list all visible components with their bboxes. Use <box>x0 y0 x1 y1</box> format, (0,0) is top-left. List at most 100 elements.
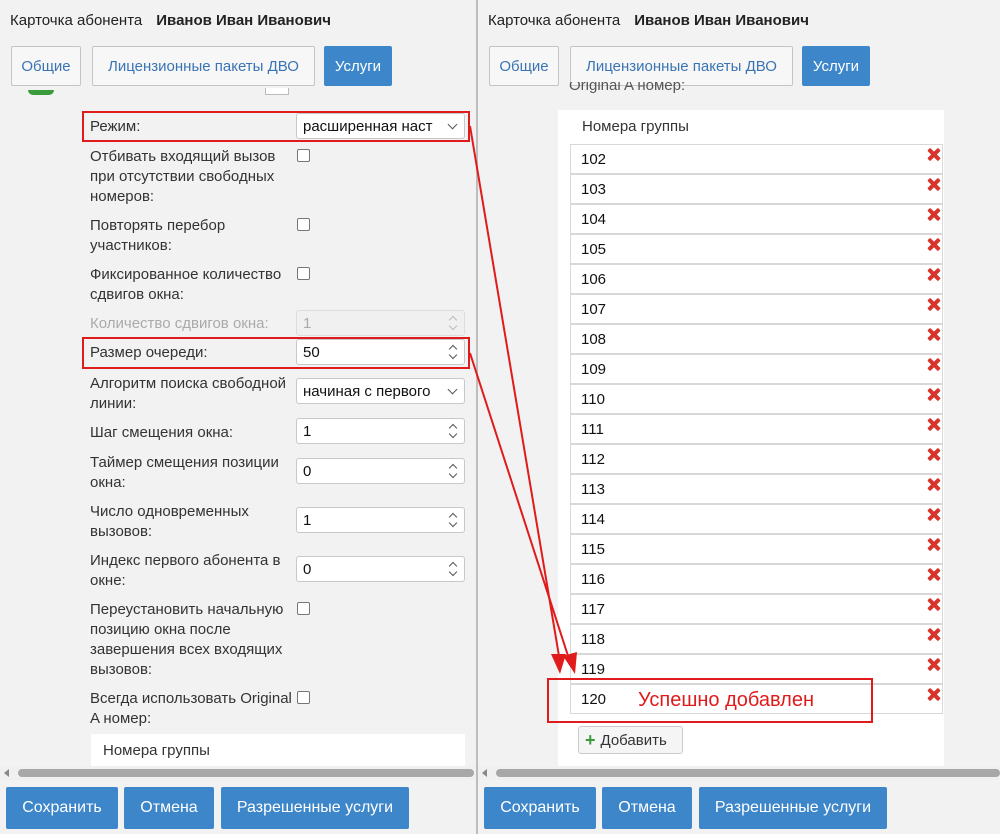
reset-position-label: Переустановить начальную позицию окна по… <box>90 601 284 678</box>
tab-general[interactable]: Общие <box>11 46 81 86</box>
scrollbar-thumb[interactable] <box>496 769 1000 777</box>
delete-icon[interactable] <box>927 237 941 251</box>
subscriber-name: Иванов Иван Иванович <box>634 11 809 29</box>
algorithm-select[interactable]: начиная с первого <box>296 378 465 404</box>
spinner-icon <box>448 315 458 331</box>
fixed-shifts-label: Фиксированное количество сдвигов окна: <box>90 266 282 303</box>
fixed-shifts-checkbox[interactable] <box>297 267 310 280</box>
highlight-queue-size <box>82 337 470 369</box>
group-number-value: 113 <box>581 481 605 498</box>
reset-position-checkbox[interactable] <box>297 602 310 615</box>
subscriber-name: Иванов Иван Иванович <box>156 11 331 29</box>
delete-icon[interactable] <box>927 297 941 311</box>
spinner-icon[interactable] <box>448 561 458 577</box>
allowed-services-button[interactable]: Разрешенные услуги <box>221 787 409 829</box>
horizontal-scrollbar[interactable] <box>478 766 1000 780</box>
first-index-label: Индекс первого абонента в окне: <box>90 552 281 589</box>
tab-license-packages[interactable]: Лицензионные пакеты ДВО <box>92 46 315 86</box>
delete-icon[interactable] <box>927 207 941 221</box>
footer-actions: Сохранить Отмена Разрешенные услуги <box>478 780 1000 834</box>
delete-icon[interactable] <box>927 627 941 641</box>
tab-services[interactable]: Услуги <box>802 46 870 86</box>
group-number-row: 102 <box>570 144 943 174</box>
group-number-row: 116 <box>570 564 943 594</box>
tab-services[interactable]: Услуги <box>324 46 392 86</box>
group-number-row: 113 <box>570 474 943 504</box>
group-number-row: 108 <box>570 324 943 354</box>
delete-icon[interactable] <box>927 687 941 701</box>
group-number-value: 108 <box>581 331 607 348</box>
delete-icon[interactable] <box>927 387 941 401</box>
window-step-input[interactable]: 1 <box>296 418 465 444</box>
partial-input[interactable] <box>265 88 289 95</box>
group-number-value: 111 <box>581 421 604 438</box>
group-number-row: 106 <box>570 264 943 294</box>
card-title: Карточка абонента <box>10 11 143 29</box>
shifts-count-value: 1 <box>303 314 312 332</box>
window-step-label: Шаг смещения окна: <box>90 424 234 441</box>
success-message: Успешно добавлен <box>638 689 815 711</box>
delete-icon[interactable] <box>927 327 941 341</box>
save-button[interactable]: Сохранить <box>484 787 596 829</box>
group-numbers-header: Номера группы <box>91 734 465 766</box>
scrollbar-thumb[interactable] <box>18 769 474 777</box>
spinner-icon[interactable] <box>448 423 458 439</box>
delete-icon[interactable] <box>927 537 941 551</box>
group-number-row: 109 <box>570 354 943 384</box>
group-number-value: 116 <box>581 571 605 588</box>
delete-icon[interactable] <box>927 507 941 521</box>
group-number-value: 110 <box>581 391 605 408</box>
simultaneous-calls-input[interactable]: 1 <box>296 507 465 533</box>
group-number-value: 106 <box>581 271 607 288</box>
repeat-label: Повторять перебор участников: <box>90 217 226 254</box>
window-titlebar: Карточка абонента Иванов Иван Иванович <box>0 0 476 40</box>
add-number-label: Добавить <box>600 731 667 749</box>
group-numbers-header: Номера группы <box>570 110 943 142</box>
spinner-icon[interactable] <box>448 463 458 479</box>
group-number-row: 118 <box>570 624 943 654</box>
delete-icon[interactable] <box>927 597 941 611</box>
delete-icon[interactable] <box>927 657 941 671</box>
delete-icon[interactable] <box>927 447 941 461</box>
scroll-left-icon[interactable] <box>4 769 9 777</box>
delete-icon[interactable] <box>927 177 941 191</box>
group-number-value: 119 <box>581 661 605 678</box>
delete-icon[interactable] <box>927 567 941 581</box>
cancel-button[interactable]: Отмена <box>602 787 692 829</box>
tab-license-packages[interactable]: Лицензионные пакеты ДВО <box>570 46 793 86</box>
first-index-value: 0 <box>303 560 312 578</box>
first-index-input[interactable]: 0 <box>296 556 465 582</box>
group-number-value: 109 <box>581 361 607 378</box>
original-a-label-cut: Original A номер: <box>569 82 686 94</box>
shift-timer-input[interactable]: 0 <box>296 458 465 484</box>
scroll-left-icon[interactable] <box>482 769 487 777</box>
group-number-row: 117 <box>570 594 943 624</box>
reject-label: Отбивать входящий вызов при отсутствии с… <box>90 148 276 205</box>
delete-icon[interactable] <box>927 267 941 281</box>
delete-icon[interactable] <box>927 147 941 161</box>
repeat-checkbox[interactable] <box>297 218 310 231</box>
original-a-checkbox[interactable] <box>297 691 310 704</box>
simultaneous-calls-label: Число одновременных вызовов: <box>90 503 249 540</box>
shift-timer-value: 0 <box>303 462 312 480</box>
cancel-button[interactable]: Отмена <box>124 787 214 829</box>
original-a-label: Всегда использовать Original A номер: <box>90 690 292 727</box>
delete-icon[interactable] <box>927 477 941 491</box>
group-number-row: 111 <box>570 414 943 444</box>
reject-checkbox[interactable] <box>297 149 310 162</box>
shifts-count-input: 1 <box>296 310 465 336</box>
window-titlebar: Карточка абонента Иванов Иван Иванович <box>478 0 1000 40</box>
plus-icon: + <box>585 730 596 750</box>
horizontal-scrollbar[interactable] <box>0 766 476 780</box>
group-number-value: 103 <box>581 181 607 198</box>
group-number-row: 114 <box>570 504 943 534</box>
toggle-switch[interactable] <box>28 90 54 95</box>
save-button[interactable]: Сохранить <box>6 787 118 829</box>
delete-icon[interactable] <box>927 417 941 431</box>
tab-general[interactable]: Общие <box>489 46 559 86</box>
spinner-icon[interactable] <box>448 512 458 528</box>
group-number-value: 115 <box>581 541 605 558</box>
delete-icon[interactable] <box>927 357 941 371</box>
allowed-services-button[interactable]: Разрешенные услуги <box>699 787 887 829</box>
add-number-button[interactable]: + Добавить <box>578 726 683 754</box>
